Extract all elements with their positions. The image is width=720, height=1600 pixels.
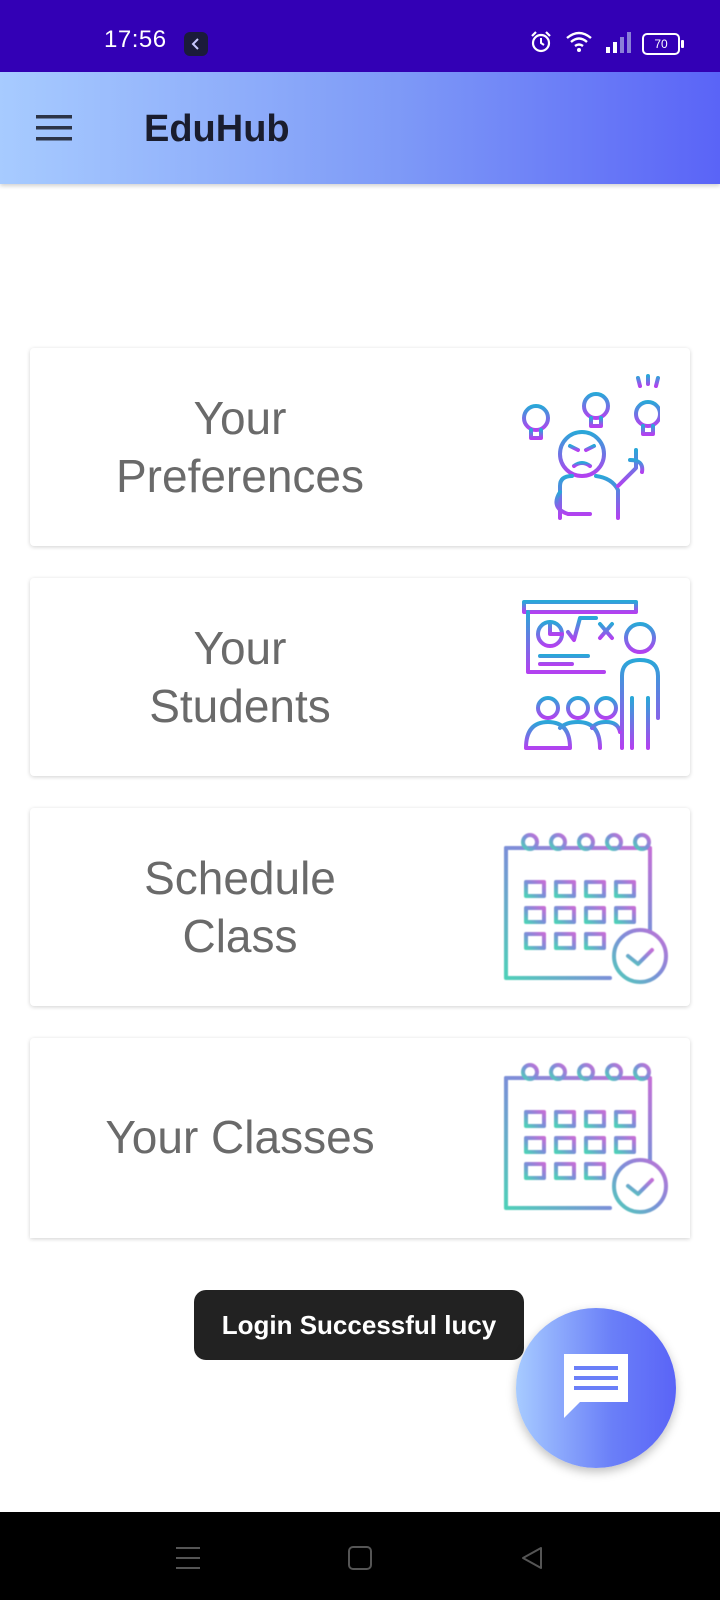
- card-schedule-class[interactable]: Schedule Class: [30, 808, 690, 1006]
- card-your-classes[interactable]: Your Classes: [30, 1038, 690, 1238]
- system-nav-bar: [0, 1512, 720, 1600]
- battery-icon: 70: [642, 33, 684, 55]
- app-title: EduHub: [144, 108, 290, 150]
- home-icon[interactable]: [342, 1540, 378, 1576]
- chat-fab-button[interactable]: [516, 1308, 676, 1468]
- card-your-students[interactable]: Your Students: [30, 578, 690, 776]
- card-label: Your Students: [149, 622, 331, 732]
- status-icons: 70: [528, 29, 684, 60]
- back-icon[interactable]: [514, 1540, 550, 1576]
- calendar-check-icon: [500, 828, 668, 988]
- toast-message: Login Successful lucy: [194, 1290, 524, 1360]
- card-label: Your Classes: [105, 1111, 375, 1163]
- chat-icon: [556, 1346, 636, 1431]
- alarm-icon: [528, 29, 554, 60]
- wifi-icon: [564, 29, 594, 60]
- status-bar: 17:56 70: [0, 0, 720, 72]
- card-label: Schedule Class: [144, 852, 336, 962]
- card-your-preferences[interactable]: Your Preferences: [30, 348, 690, 546]
- teacher-classroom-icon: [500, 598, 660, 758]
- app-bar: EduHub: [0, 72, 720, 184]
- recents-icon[interactable]: [170, 1540, 206, 1576]
- status-time: 17:56: [104, 26, 167, 53]
- calendar-check-icon: [500, 1058, 668, 1218]
- hamburger-menu-icon[interactable]: [30, 104, 78, 152]
- thinking-person-idea-icon: [500, 368, 662, 528]
- app-notification-icon: [184, 32, 208, 56]
- signal-icon: [604, 29, 632, 60]
- card-label: Your Preferences: [115, 392, 364, 502]
